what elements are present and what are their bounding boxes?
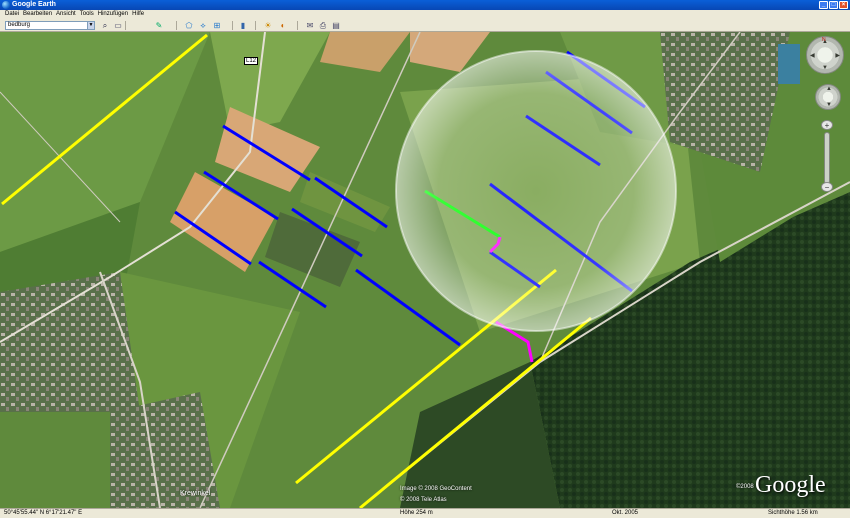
menu-tools[interactable]: Tools	[78, 10, 96, 19]
print-icon[interactable]: ⎙	[318, 21, 328, 30]
close-button[interactable]: ×	[839, 1, 848, 9]
sun-icon[interactable]: ☀	[263, 21, 273, 30]
window-title: Google Earth	[12, 1, 56, 8]
toolbar: bedburg ▼ ⌕ ▭ ✎ ⬠ ⟡ ⊞ ▮ ☀ ◐ ✉ ⎙ ▤	[0, 19, 850, 32]
menu-add[interactable]: Hinzufügen	[96, 10, 130, 19]
village	[0, 272, 140, 412]
menu-view[interactable]: Ansicht	[54, 10, 78, 19]
polygon-icon[interactable]: ⬠	[184, 21, 194, 30]
zoom-out-button[interactable]: −	[821, 182, 833, 192]
place-label: Krewinkel	[180, 490, 211, 497]
email-icon[interactable]: ✉	[305, 21, 315, 30]
toolbar-separator	[125, 21, 126, 30]
road-label: L12	[244, 57, 259, 65]
path-icon[interactable]: ⟡	[198, 21, 208, 30]
google-logo: Google	[755, 472, 826, 498]
placemark-icon[interactable]: ✎	[154, 21, 164, 30]
look-control[interactable]: ▲ ▼ ◀ ▶ N	[806, 36, 844, 74]
search-dropdown-button[interactable]: ▼	[87, 21, 95, 30]
zoom-slider[interactable]	[824, 132, 830, 184]
toolbar-separator	[255, 21, 256, 30]
maximize-button[interactable]: □	[829, 1, 838, 9]
google-earth-icon	[2, 1, 10, 9]
view-in-maps-icon[interactable]: ▤	[331, 21, 341, 30]
toolbar-separator	[232, 21, 233, 30]
pond	[778, 44, 800, 84]
window-controls: _ □ ×	[819, 1, 848, 9]
search-input[interactable]: bedburg	[5, 21, 93, 30]
menu-bar: Datei Bearbeiten Ansicht Tools Hinzufüge…	[0, 10, 850, 19]
menu-help[interactable]: Hilfe	[130, 10, 146, 19]
copyright-text: © 2008 Tele Atlas	[400, 497, 447, 503]
fly-to-icon[interactable]: ▭	[113, 21, 123, 30]
copyright-year: ©2008	[736, 484, 754, 490]
satellite-imagery	[0, 32, 850, 508]
move-control[interactable]: ▲ ▼	[815, 84, 841, 110]
toolbar-separator	[297, 21, 298, 30]
toolbar-separator	[176, 21, 177, 30]
status-bar: 50°45'55.44" N 6°17'21.47" E Höhe 254 m …	[0, 508, 850, 518]
menu-edit[interactable]: Bearbeiten	[21, 10, 54, 19]
google-earth-window: Google Earth _ □ × Datei Bearbeiten Ansi…	[0, 0, 850, 518]
search-icon[interactable]: ⌕	[100, 21, 110, 30]
ruler-icon[interactable]: ▮	[238, 21, 248, 30]
coordinates-readout: 50°45'55.44" N 6°17'21.47" E	[4, 510, 83, 516]
copyright-text: Image © 2008 GeoContent	[400, 486, 472, 492]
menu-file[interactable]: Datei	[3, 10, 21, 19]
zoom-lens	[395, 50, 677, 332]
zoom-in-button[interactable]: +	[821, 120, 833, 130]
north-icon: N	[822, 37, 826, 43]
title-bar: Google Earth _ □ ×	[0, 0, 850, 10]
elevation-readout: Höhe 254 m	[400, 510, 433, 516]
map-view[interactable]: L12 Krewinkel Image © 2008 GeoContent © …	[0, 32, 850, 508]
image-overlay-icon[interactable]: ⊞	[212, 21, 222, 30]
eye-altitude: Sichthöhe 1.56 km	[768, 510, 818, 516]
planet-icon[interactable]: ◐	[278, 21, 288, 30]
minimize-button[interactable]: _	[819, 1, 828, 9]
imagery-date: Okt. 2005	[612, 510, 639, 516]
